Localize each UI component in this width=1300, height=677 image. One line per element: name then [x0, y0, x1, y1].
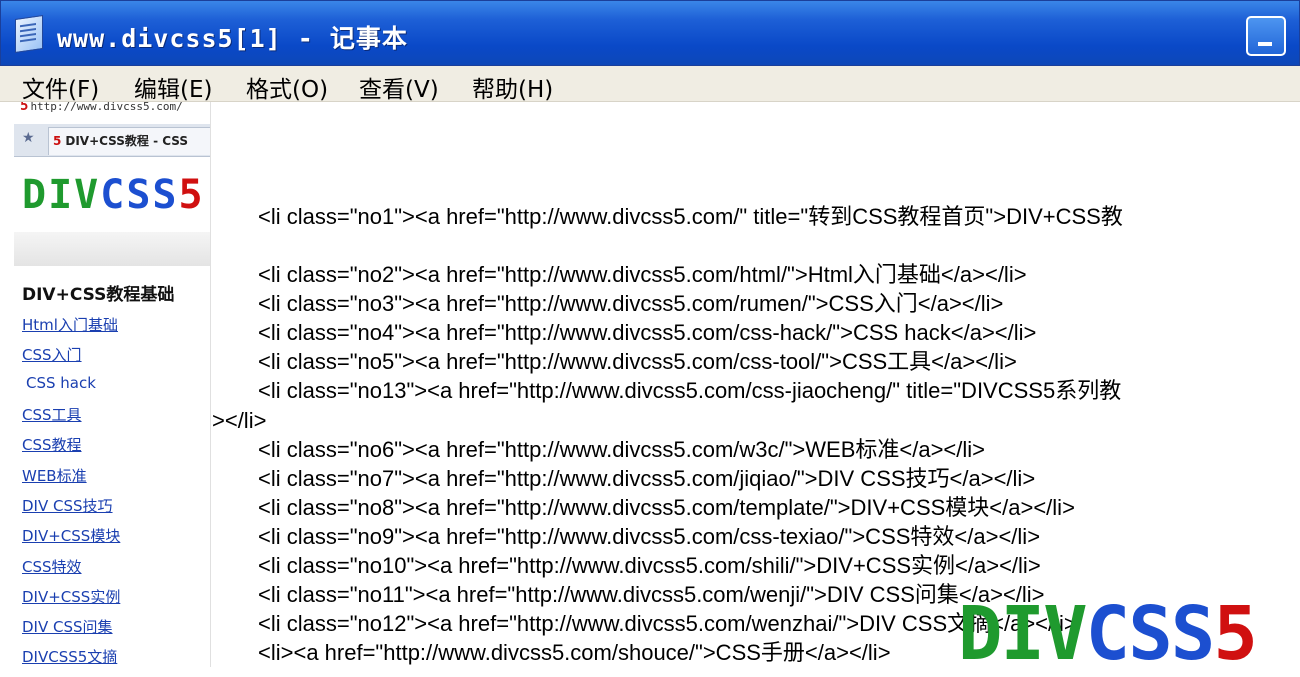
code-line: <li class="no4"><a href="http://www.divc…	[258, 320, 1037, 345]
code-line: <li class="no11"><a href="http://www.div…	[258, 582, 1045, 607]
window-title: www.divcss5[1] - 记事本	[57, 24, 408, 53]
sidebar-link: CSS入门	[22, 346, 82, 364]
site-favicon: 5	[20, 102, 29, 114]
tab-favicon: 5	[53, 134, 62, 148]
menu-format[interactable]: 格式(O)	[246, 70, 328, 104]
sidebar-link: DIV+CSS模块	[22, 527, 121, 545]
code-line: <li class="no10"><a href="http://www.div…	[258, 553, 1041, 578]
watermark-part-div: DIV	[958, 591, 1088, 677]
code-line: <li class="no6"><a href="http://www.divc…	[258, 437, 986, 462]
logo-part-div: DIV	[22, 172, 101, 218]
minimize-icon	[1258, 42, 1272, 46]
menu-file[interactable]: 文件(F)	[22, 70, 99, 104]
sidebar-link: DIV CSS问集	[22, 618, 113, 636]
sidebar-link: DIVCSS5文摘	[22, 648, 118, 666]
menu-view[interactable]: 查看(V)	[359, 70, 439, 104]
text-editor-area[interactable]: 5 http://www.divcss5.com/ ★ 5 DIV+CSS教程 - …	[0, 102, 1300, 667]
watermark-part-css: CSS	[1085, 591, 1216, 677]
menu-edit[interactable]: 编辑(E)	[134, 70, 212, 104]
code-line: <li class="no5"><a href="http://www.divc…	[258, 349, 1017, 374]
address-bar: 5 http://www.divcss5.com/	[20, 102, 183, 114]
code-line: ></li>	[212, 408, 267, 433]
menu-bar: 文件(F) 编辑(E) 格式(O) 查看(V) 帮助(H)	[0, 66, 1300, 104]
notepad-icon	[15, 15, 43, 53]
address-text: http://www.divcss5.com/	[30, 102, 183, 113]
code-line: <li><a href="http://www.divcss5.com/shou…	[258, 640, 891, 665]
divcss5-watermark: DIVCSS5	[958, 591, 1258, 677]
nav-band	[14, 232, 210, 266]
code-line: <li class="no12"><a href="http://www.div…	[258, 611, 1077, 636]
logo-part-css: CSS	[100, 172, 179, 218]
site-logo: DIVCSS5	[22, 172, 205, 218]
code-line: <li class="no13"><a href="http://www.div…	[258, 378, 1122, 403]
favorites-star-icon: ★	[22, 130, 35, 146]
code-line: <li class="no9"><a href="http://www.divc…	[258, 524, 1041, 549]
sidebar-link: CSS教程	[22, 436, 82, 454]
sidebar-link: Html入门基础	[22, 316, 118, 334]
tab-title: DIV+CSS教程 - CSS	[65, 134, 189, 148]
browser-tab: 5 DIV+CSS教程 - CSS	[48, 127, 210, 155]
sidebar-link: CSS hack	[26, 374, 96, 392]
sidebar-link: WEB标准	[22, 467, 87, 485]
code-line: <li class="no7"><a href="http://www.divc…	[258, 466, 1036, 491]
code-line: <li class="no1"><a href="http://www.divc…	[258, 204, 1123, 229]
sidebar-link: CSS工具	[22, 406, 82, 424]
logo-part-5: 5	[178, 172, 205, 218]
sidebar-link: DIV CSS技巧	[22, 497, 113, 515]
sidebar-link: CSS特效	[22, 558, 82, 576]
watermark-part-5: 5	[1213, 591, 1258, 677]
code-line: <li class="no8"><a href="http://www.divc…	[258, 495, 1075, 520]
title-bar[interactable]: www.divcss5[1] - 记事本	[0, 0, 1300, 66]
sidebar-heading: DIV+CSS教程基础	[22, 285, 175, 305]
embedded-browser-screenshot: 5 http://www.divcss5.com/ ★ 5 DIV+CSS教程 - …	[14, 102, 211, 667]
browser-tabstrip: ★ 5 DIV+CSS教程 - CSS	[14, 124, 210, 157]
code-line: <li class="no3"><a href="http://www.divc…	[258, 291, 1004, 316]
menu-help[interactable]: 帮助(H)	[472, 70, 553, 104]
sidebar-link: DIV+CSS实例	[22, 588, 121, 606]
minimize-button[interactable]	[1246, 16, 1286, 56]
code-line: <li class="no2"><a href="http://www.divc…	[258, 262, 1027, 287]
